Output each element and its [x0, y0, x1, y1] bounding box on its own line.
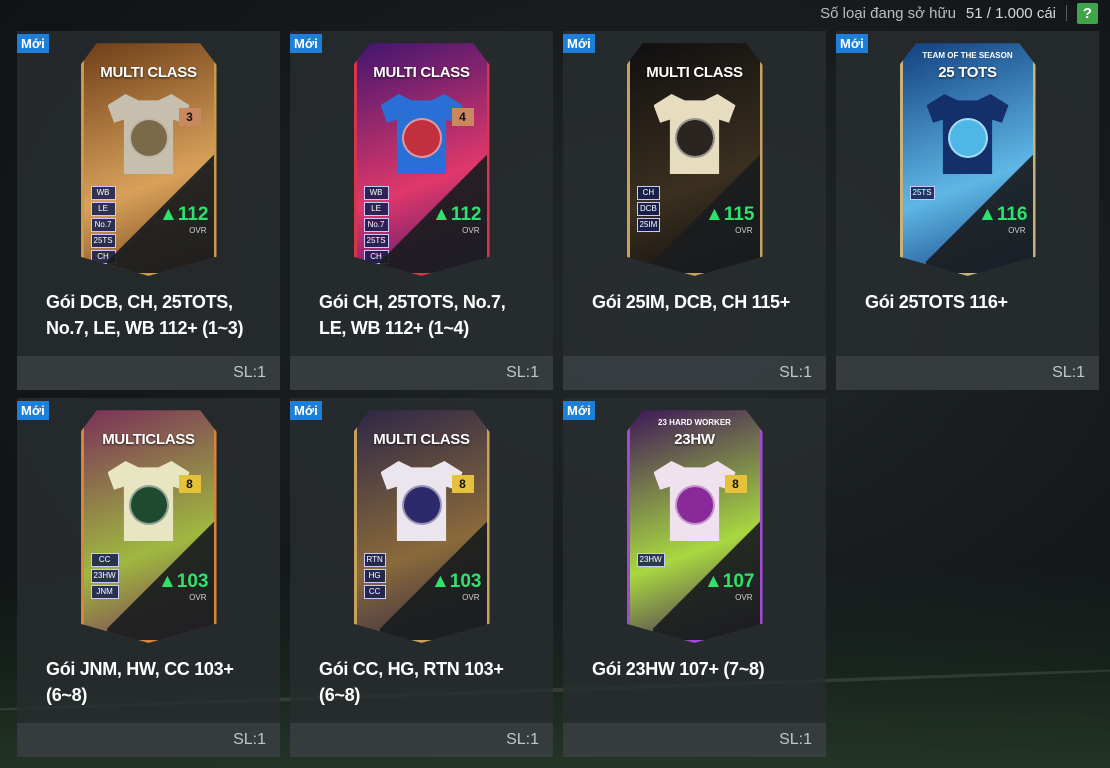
pack-title: Gói 25IM, DCB, CH 115+ — [592, 292, 790, 312]
new-badge: Mới — [563, 34, 595, 53]
new-badge: Mới — [290, 34, 322, 53]
card-area: TEAM OF THE SEASON 25 TOTS 25TS ▲116 OVR — [836, 31, 1099, 281]
card-frame — [80, 410, 217, 643]
pack-card-image: TEAM OF THE SEASON 25 TOTS 25TS ▲116 OVR — [899, 43, 1036, 276]
card-frame — [353, 43, 490, 276]
pack-quantity: SL:1 — [1052, 364, 1085, 381]
card-area: MULTI CLASS 3 WB LE No.7 25TS CH DCB ▲112 OVR — [17, 31, 280, 281]
card-frame — [626, 43, 763, 276]
pack-card-image: MULTI CLASS 4 WB LE No.7 25TS CH ▲112 OVR — [353, 43, 490, 276]
pack-footer: SL:1 — [290, 356, 553, 390]
pack-tile[interactable]: Mới MULTICLASS 8 CC 23HW JNM ▲103 OVR Gói … — [17, 398, 280, 757]
pack-title: Gói 23HW 107+ (7~8) — [592, 659, 765, 679]
pack-tile[interactable]: Mới MULTI CLASS 3 WB LE No.7 25TS CH DCB ▲112… — [17, 31, 280, 390]
help-button[interactable]: ? — [1077, 2, 1098, 24]
pack-grid: Mới MULTI CLASS 3 WB LE No.7 25TS CH DCB ▲112… — [17, 31, 1099, 757]
card-area: MULTI CLASS 4 WB LE No.7 25TS CH ▲112 OVR — [290, 31, 553, 281]
pack-quantity: SL:1 — [506, 731, 539, 748]
new-badge: Mới — [17, 34, 49, 53]
pack-tile[interactable]: Mới 23 HARD WORKER 23HW 8 23HW ▲107 OVR … — [563, 398, 826, 757]
card-frame — [899, 43, 1036, 276]
pack-title: Gói 25TOTS 116+ — [865, 292, 1008, 312]
card-area: MULTICLASS 8 CC 23HW JNM ▲103 OVR — [17, 398, 280, 648]
card-area: MULTI CLASS CH DCB 25IM ▲115 OVR — [563, 31, 826, 281]
pack-footer: SL:1 — [563, 723, 826, 757]
pack-card-image: 23 HARD WORKER 23HW 8 23HW ▲107 OVR — [626, 410, 763, 643]
pack-quantity: SL:1 — [233, 364, 266, 381]
pack-footer: SL:1 — [290, 723, 553, 757]
pack-title: Gói CC, HG, RTN 103+ (6~8) — [319, 659, 504, 705]
pack-card-image: MULTI CLASS CH DCB 25IM ▲115 OVR — [626, 43, 763, 276]
pack-tile[interactable]: Mới MULTI CLASS CH DCB 25IM ▲115 OVR Gói 2… — [563, 31, 826, 390]
pack-tile[interactable]: Mới TEAM OF THE SEASON 25 TOTS 25TS ▲116… — [836, 31, 1099, 390]
inventory-header: Số loại đang sở hữu 51 / 1.000 cái ? — [820, 0, 1110, 26]
pack-card-image: MULTICLASS 8 CC 23HW JNM ▲103 OVR — [80, 410, 217, 643]
pack-quantity: SL:1 — [506, 364, 539, 381]
pack-footer: SL:1 — [17, 723, 280, 757]
card-frame — [353, 410, 490, 643]
pack-footer: SL:1 — [17, 356, 280, 390]
pack-quantity: SL:1 — [779, 731, 812, 748]
owned-types-count: 51 / 1.000 cái — [965, 4, 1056, 22]
new-badge: Mới — [836, 34, 868, 53]
pack-footer: SL:1 — [836, 356, 1099, 390]
card-area: 23 HARD WORKER 23HW 8 23HW ▲107 OVR — [563, 398, 826, 648]
pack-quantity: SL:1 — [233, 731, 266, 748]
owned-types-label: Số loại đang sở hữu — [820, 4, 956, 22]
new-badge: Mới — [290, 401, 322, 420]
card-frame — [80, 43, 217, 276]
pack-quantity: SL:1 — [779, 364, 812, 381]
card-area: MULTI CLASS 8 RTN HG CC ▲103 OVR — [290, 398, 553, 648]
header-divider — [1066, 5, 1067, 21]
new-badge: Mới — [17, 401, 49, 420]
pack-title: Gói DCB, CH, 25TOTS, No.7, LE, WB 112+ (… — [46, 292, 244, 338]
pack-footer: SL:1 — [563, 356, 826, 390]
card-frame — [626, 410, 763, 643]
pack-title: Gói JNM, HW, CC 103+ (6~8) — [46, 659, 234, 705]
pack-card-image: MULTI CLASS 3 WB LE No.7 25TS CH DCB ▲112 OVR — [80, 43, 217, 276]
pack-title: Gói CH, 25TOTS, No.7, LE, WB 112+ (1~4) — [319, 292, 506, 338]
position-tag: DCB — [90, 266, 116, 276]
new-badge: Mới — [563, 401, 595, 420]
pack-tile[interactable]: Mới MULTI CLASS 8 RTN HG CC ▲103 OVR Gói C… — [290, 398, 553, 757]
pack-tile[interactable]: Mới MULTI CLASS 4 WB LE No.7 25TS CH ▲112 OV… — [290, 31, 553, 390]
pack-card-image: MULTI CLASS 8 RTN HG CC ▲103 OVR — [353, 410, 490, 643]
